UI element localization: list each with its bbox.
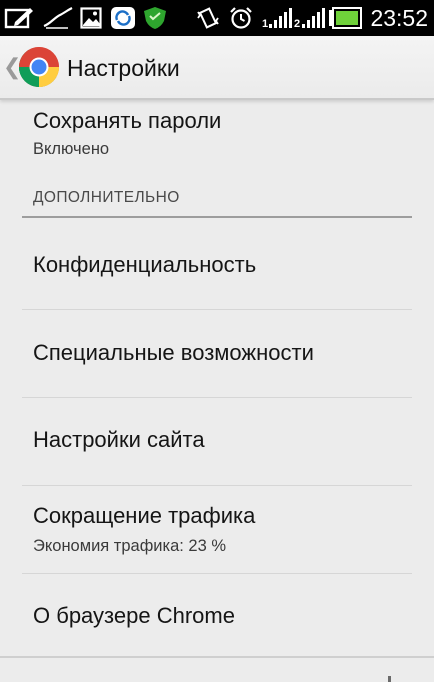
screen: 1 2 23:52 ❮ Настройки Сохранять пароли В…: [0, 0, 434, 682]
shield-icon: [144, 7, 166, 29]
pref-site-settings[interactable]: Настройки сайта: [22, 398, 412, 484]
status-bar: 1 2 23:52: [0, 0, 434, 36]
chrome-logo[interactable]: [18, 46, 60, 88]
pref-title: О браузере Chrome: [33, 603, 235, 628]
alarm-icon: [230, 7, 252, 29]
status-clock: 23:52: [370, 5, 428, 31]
page-title: Настройки: [67, 55, 180, 81]
back-chevron-icon[interactable]: ❮: [3, 54, 21, 82]
pref-title: Сокращение трафика: [33, 503, 256, 528]
image-icon: [80, 7, 102, 29]
pref-summary: Включено: [33, 140, 110, 158]
action-bar: ❮ Настройки: [0, 36, 434, 100]
pref-title: Сохранять пароли: [33, 108, 222, 133]
svg-text:1: 1: [262, 18, 268, 30]
pref-title: Настройки сайта: [33, 427, 205, 452]
pref-title: Специальные возможности: [33, 340, 314, 365]
pref-about-chrome[interactable]: О браузере Chrome: [22, 574, 412, 656]
scrollbar-indicator: [388, 676, 391, 682]
sync-icon: [111, 7, 135, 29]
pref-save-passwords[interactable]: Сохранять пароли Включено: [22, 104, 412, 172]
edit-icon: [4, 8, 33, 29]
pref-summary: Экономия трафика: 23 %: [33, 537, 227, 555]
battery-icon: [329, 7, 362, 29]
pref-data-saver[interactable]: Сокращение трафика Экономия трафика: 23 …: [22, 486, 412, 572]
signal-sim2-icon: 2: [294, 8, 325, 30]
section-header-advanced: ДОПОЛНИТЕЛЬНО: [33, 189, 180, 206]
svg-text:2: 2: [294, 18, 300, 30]
signature-icon: [43, 7, 73, 29]
section-divider: [22, 216, 412, 218]
pref-accessibility[interactable]: Специальные возможности: [22, 310, 412, 396]
divider: [0, 656, 434, 658]
pref-privacy[interactable]: Конфиденциальность: [22, 222, 412, 308]
vibrate-icon: [197, 7, 219, 29]
pref-title: Конфиденциальность: [33, 252, 257, 277]
signal-sim1-icon: 1: [262, 8, 292, 30]
